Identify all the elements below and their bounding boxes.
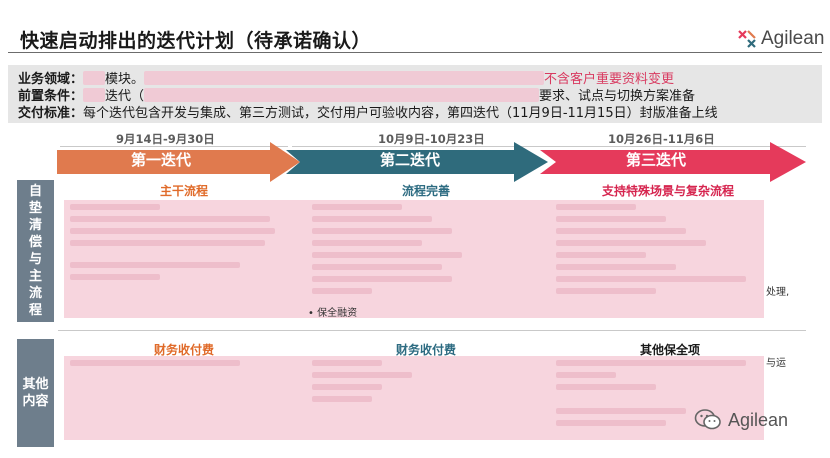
page-title: 快速启动排出的迭代计划（待承诺确认）	[20, 30, 372, 52]
flow-improve-last-bullet: • 保全融资	[308, 308, 358, 319]
redacted-line	[70, 204, 160, 210]
redacted-line	[312, 264, 442, 270]
redacted-line	[556, 384, 656, 390]
logo-text: Agilean	[761, 28, 825, 49]
flow-improve-last-bullet-text: 保全融资	[317, 308, 358, 319]
brand-logo: Agilean	[737, 24, 824, 54]
watermark: Agilean	[694, 408, 788, 432]
redacted-line	[556, 228, 686, 234]
redacted-line	[70, 240, 265, 246]
agilean-mark-icon	[738, 30, 756, 48]
redacted-content-bottom	[64, 356, 764, 440]
redacted-line	[556, 264, 676, 270]
redacted-text	[144, 88, 540, 102]
info-block: 业务领域： 模块。 不含客户重要资料变更 前置条件： 迭代（ 要求、试点与切换方案准备 …	[8, 65, 822, 123]
redacted-line	[556, 252, 646, 258]
info-line-delivery: 交付标准：每个迭代包含开发与集成、第三方测试，交付用户可验收内容，第四迭代（11…	[18, 102, 718, 121]
redacted-line	[556, 288, 656, 294]
redacted-line	[70, 360, 240, 366]
redacted-line	[312, 288, 372, 294]
col-heading-main-flow: 主干流程	[160, 184, 209, 198]
redacted-line	[312, 252, 462, 258]
iteration-3-label: 第三迭代	[626, 151, 687, 169]
redacted-line	[556, 240, 706, 246]
redacted-line	[556, 204, 636, 210]
redacted-line	[556, 360, 746, 366]
redacted-line	[70, 228, 275, 234]
redacted-line	[312, 204, 402, 210]
redacted-line	[312, 396, 372, 402]
redacted-text	[83, 71, 106, 85]
col-heading-special-cases: 支持特殊场景与复杂流程	[602, 184, 735, 198]
redacted-text	[144, 71, 545, 85]
title-divider	[8, 52, 822, 53]
col-heading-flow-improve: 流程完善	[402, 184, 451, 198]
redacted-line	[312, 228, 452, 234]
redacted-line	[312, 216, 432, 222]
row-label-main-flow: 自垫清偿与主流程	[17, 180, 54, 322]
wechat-icon	[694, 409, 721, 430]
row-label-main-flow-text: 自垫清偿与主流程	[28, 184, 42, 318]
watermark-text: Agilean	[728, 409, 789, 430]
special-cases-trailing-text: 处理,	[766, 287, 790, 298]
redacted-line	[70, 274, 160, 280]
redacted-line	[312, 372, 412, 378]
redacted-line	[556, 420, 666, 426]
redacted-line	[556, 408, 686, 414]
row-label-other: 其他内容	[17, 339, 54, 447]
redacted-line	[312, 360, 382, 366]
redacted-line	[70, 216, 270, 222]
redacted-line	[556, 276, 746, 282]
info-label-delivery: 交付标准：	[18, 106, 84, 121]
section-divider	[58, 330, 806, 331]
other-items-trailing-text: 与运	[766, 358, 786, 369]
info-delivery-text: 每个迭代包含开发与集成、第三方测试，交付用户可验收内容，第四迭代（11月9日-1…	[83, 106, 718, 121]
row-label-other-text: 其他内容	[22, 377, 49, 409]
redacted-line	[312, 276, 452, 282]
redacted-text	[83, 88, 106, 102]
redacted-line	[312, 240, 422, 246]
iteration-1-label: 第一迭代	[131, 151, 192, 169]
redacted-line	[556, 216, 666, 222]
redacted-line	[312, 384, 382, 390]
redacted-line	[70, 262, 240, 268]
iteration-2-label: 第二迭代	[380, 151, 441, 169]
redacted-line	[556, 372, 616, 378]
